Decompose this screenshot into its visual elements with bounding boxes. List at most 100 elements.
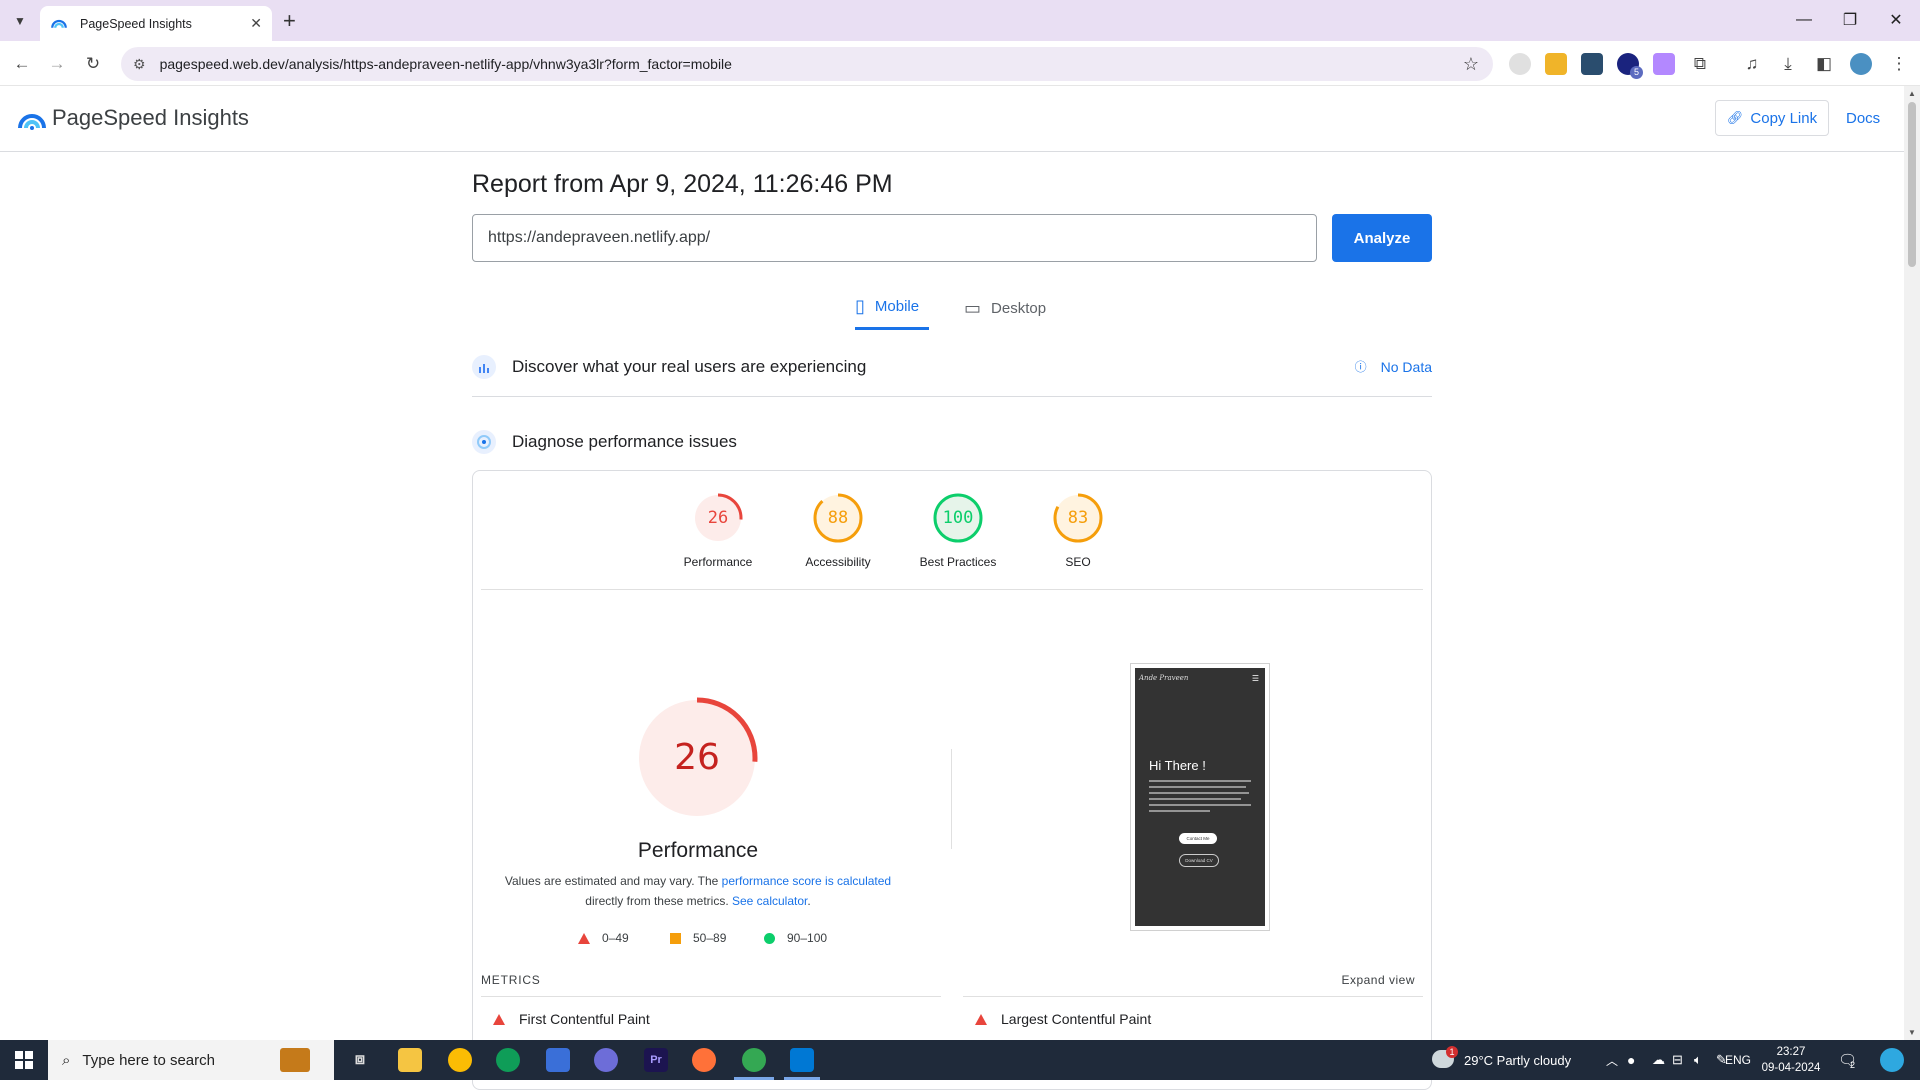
- scroll-down-icon[interactable]: ▼: [1908, 1028, 1916, 1037]
- media-control-icon[interactable]: ♫: [1739, 51, 1765, 77]
- tab-mobile-label: Mobile: [874, 298, 920, 315]
- taskbar-search[interactable]: ⌕ Type here to search: [48, 1040, 334, 1080]
- device-tabs: ▯ Mobile ▭ Desktop: [472, 286, 1432, 330]
- pagespeed-logo-icon[interactable]: [18, 106, 46, 134]
- field-data-section: Discover what your real users are experi…: [472, 342, 1432, 392]
- site-header: PageSpeed Insights 🔗︎ Copy Link Docs: [0, 86, 1904, 152]
- copy-link-button[interactable]: 🔗︎ Copy Link: [1715, 100, 1829, 136]
- score-calculated-link[interactable]: performance score is calculated: [722, 874, 891, 888]
- legend-fail: 0–49: [578, 931, 629, 945]
- downloads-icon[interactable]: ⤓: [1775, 51, 1801, 77]
- tab-desktop-label: Desktop: [991, 299, 1047, 317]
- extension-badge: 5: [1630, 66, 1643, 79]
- volume-icon[interactable]: 🔈︎: [1694, 1040, 1702, 1080]
- language-indicator[interactable]: ENG: [1725, 1040, 1755, 1080]
- score-gauge-performance[interactable]: 26 Performance: [663, 493, 773, 569]
- metric-fcp-label: First Contentful Paint: [519, 1011, 650, 1027]
- legend-fail-label: 0–49: [602, 931, 629, 945]
- desc-end: .: [807, 894, 811, 908]
- side-panel-icon[interactable]: ◧: [1811, 51, 1837, 77]
- legend-average-label: 50–89: [693, 931, 727, 945]
- clock-time: 23:27: [1776, 1046, 1806, 1058]
- new-tab-button[interactable]: +: [283, 8, 296, 34]
- tab-title: PageSpeed Insights: [80, 16, 192, 31]
- card-divider: [481, 589, 1423, 590]
- restore-icon[interactable]: ❐: [1828, 6, 1872, 34]
- metrics-label: METRICS: [481, 973, 541, 987]
- performance-big-gauge[interactable]: 26: [635, 696, 759, 820]
- clock-date: 09-04-2024: [1761, 1062, 1821, 1074]
- extensions-puzzle-icon[interactable]: ⧉: [1687, 51, 1713, 77]
- taskbar-clock[interactable]: 23:27 09-04-2024: [1760, 1044, 1822, 1076]
- bookmark-star-icon[interactable]: ☆: [1463, 54, 1479, 75]
- metrics-rule-right: [963, 996, 1423, 997]
- score-gauges: 26 Performance 88 Accessibility 100 Best Prac…: [473, 471, 1431, 589]
- metric-lcp-label: Largest Contentful Paint: [1001, 1011, 1152, 1027]
- extension-4-icon[interactable]: 5: [1617, 53, 1643, 79]
- app-title[interactable]: PageSpeed Insights: [52, 105, 249, 131]
- tab-desktop[interactable]: ▭ Desktop: [964, 286, 1046, 330]
- menu-kebab-icon[interactable]: ⋮: [1886, 51, 1912, 77]
- weather-cloud-icon[interactable]: 1: [1432, 1046, 1458, 1068]
- show-hidden-icons[interactable]: ︿: [1606, 1040, 1618, 1080]
- lab-data-section: Diagnose performance issues: [472, 417, 1432, 467]
- extension-2-icon[interactable]: [1545, 53, 1567, 75]
- forward-icon[interactable]: →: [44, 51, 70, 77]
- premiere-pro-icon[interactable]: Pr: [644, 1048, 668, 1072]
- fail-triangle-icon: [493, 1013, 505, 1025]
- desc-text-2: directly from these metrics.: [585, 894, 732, 908]
- tray-app-icon[interactable]: ●: [1627, 1040, 1635, 1080]
- app-icon[interactable]: [594, 1048, 618, 1072]
- firefox-icon[interactable]: [692, 1048, 716, 1072]
- scroll-up-icon[interactable]: ▲: [1908, 89, 1916, 98]
- extension-1-icon[interactable]: [1509, 53, 1531, 75]
- notifications-icon[interactable]: 🗨︎ 2: [1838, 1040, 1857, 1080]
- store-icon[interactable]: [546, 1048, 570, 1072]
- scrollbar-thumb[interactable]: [1908, 102, 1916, 267]
- analyze-button[interactable]: Analyze: [1332, 214, 1432, 262]
- task-view-icon[interactable]: ⧈: [348, 1048, 372, 1072]
- performance-big-score: 26: [674, 737, 720, 778]
- weather-text[interactable]: 29°C Partly cloudy: [1464, 1040, 1571, 1080]
- no-data-label: No Data: [1380, 358, 1432, 375]
- profile-avatar[interactable]: [1850, 53, 1872, 75]
- gauge-label: Performance: [683, 555, 753, 569]
- reload-icon[interactable]: ↻: [80, 51, 106, 77]
- extension-5-icon[interactable]: [1653, 53, 1675, 75]
- chrome-active-icon[interactable]: [742, 1048, 766, 1072]
- tab-search-button[interactable]: ▼: [8, 9, 32, 33]
- close-tab-icon[interactable]: ✕: [250, 15, 262, 32]
- language-text: ENG: [1725, 1053, 1752, 1067]
- docs-link[interactable]: Docs: [1846, 110, 1880, 127]
- file-explorer-icon[interactable]: [398, 1048, 422, 1072]
- minimize-icon[interactable]: —: [1782, 6, 1826, 34]
- page-scrollbar[interactable]: ▲ ▼: [1904, 86, 1920, 1040]
- expand-view-button[interactable]: Expand view: [1341, 973, 1415, 987]
- edge-icon[interactable]: [496, 1048, 520, 1072]
- close-window-icon[interactable]: ✕: [1874, 6, 1918, 34]
- browser-tab-bar: ▼ PageSpeed Insights ✕ + — ❐ ✕: [0, 0, 1920, 41]
- url-text[interactable]: pagespeed.web.dev/analysis/https-andepra…: [160, 56, 1463, 72]
- windows-start-icon[interactable]: [0, 1040, 48, 1080]
- copilot-icon[interactable]: [1880, 1048, 1904, 1072]
- network-icon[interactable]: ⊟: [1672, 1040, 1683, 1080]
- see-calculator-link[interactable]: See calculator: [732, 894, 807, 908]
- fail-triangle-icon: [975, 1013, 987, 1025]
- site-info-icon[interactable]: ⚙: [133, 56, 146, 73]
- url-input[interactable]: [472, 214, 1317, 262]
- back-icon[interactable]: ←: [9, 51, 35, 77]
- no-data-link[interactable]: ⓘ No Data: [1355, 358, 1432, 375]
- chrome-icon[interactable]: [448, 1048, 472, 1072]
- extension-3-icon[interactable]: [1581, 53, 1603, 75]
- address-bar[interactable]: ⚙ pagespeed.web.dev/analysis/https-andep…: [121, 47, 1493, 81]
- preview-contact-button: Contact Me: [1179, 833, 1217, 844]
- score-gauge-accessibility[interactable]: 88 Accessibility: [783, 493, 893, 569]
- browser-tab[interactable]: PageSpeed Insights ✕: [40, 6, 272, 41]
- legend-pass-label: 90–100: [787, 931, 828, 945]
- score-gauge-best-practices[interactable]: 100 Best Practices: [903, 493, 1013, 569]
- score-gauge-seo[interactable]: 83 SEO: [1023, 493, 1133, 569]
- onedrive-icon[interactable]: ☁: [1652, 1040, 1665, 1080]
- report-card: 26 Performance 88 Accessibility 100 Best Prac…: [472, 470, 1432, 1090]
- tab-mobile[interactable]: ▯ Mobile: [855, 286, 929, 330]
- vscode-icon[interactable]: [790, 1048, 814, 1072]
